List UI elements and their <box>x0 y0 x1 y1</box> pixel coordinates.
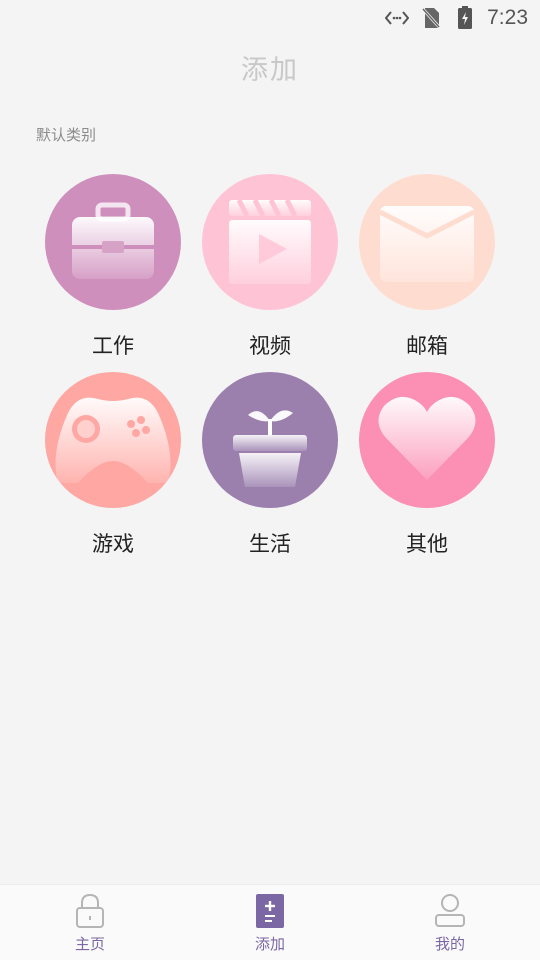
category-work-label: 工作 <box>92 334 134 358</box>
category-grid: 工作 视频 邮箱 游戏 生活 其他 <box>0 0 540 600</box>
video-icon <box>215 190 325 294</box>
category-mail-circle <box>359 174 495 310</box>
category-work-circle <box>45 174 181 310</box>
category-other[interactable]: 其他 <box>349 372 505 558</box>
user-icon <box>433 893 467 929</box>
gamepad-icon <box>48 383 178 497</box>
briefcase-icon <box>58 195 168 289</box>
category-video[interactable]: 视频 <box>192 174 348 360</box>
plant-pot-icon <box>215 383 325 497</box>
lock-icon <box>73 893 107 929</box>
nav-item-add[interactable]: 添加 <box>210 885 330 954</box>
category-life-label: 生活 <box>249 532 291 556</box>
category-video-circle <box>202 174 338 310</box>
mail-icon <box>372 190 482 294</box>
heart-icon <box>372 388 482 492</box>
nav-item-home[interactable]: 主页 <box>30 885 150 954</box>
nav-label-mine: 我的 <box>434 935 465 953</box>
category-game[interactable]: 游戏 <box>35 372 191 558</box>
nav-item-mine[interactable]: 我的 <box>390 885 510 954</box>
category-work[interactable]: 工作 <box>35 174 191 360</box>
category-mail[interactable]: 邮箱 <box>349 174 505 360</box>
category-game-circle <box>45 372 181 508</box>
category-life[interactable]: 生活 <box>192 372 348 558</box>
category-other-circle <box>359 372 495 508</box>
bottom-nav: 主页 添加 我的 <box>0 884 540 960</box>
category-mail-label: 邮箱 <box>406 334 448 358</box>
category-game-label: 游戏 <box>92 532 134 556</box>
category-life-circle <box>202 372 338 508</box>
add-doc-icon <box>253 893 287 929</box>
category-other-label: 其他 <box>406 532 448 556</box>
nav-label-home: 主页 <box>74 935 105 953</box>
nav-label-add: 添加 <box>254 935 285 953</box>
category-video-label: 视频 <box>249 334 291 358</box>
